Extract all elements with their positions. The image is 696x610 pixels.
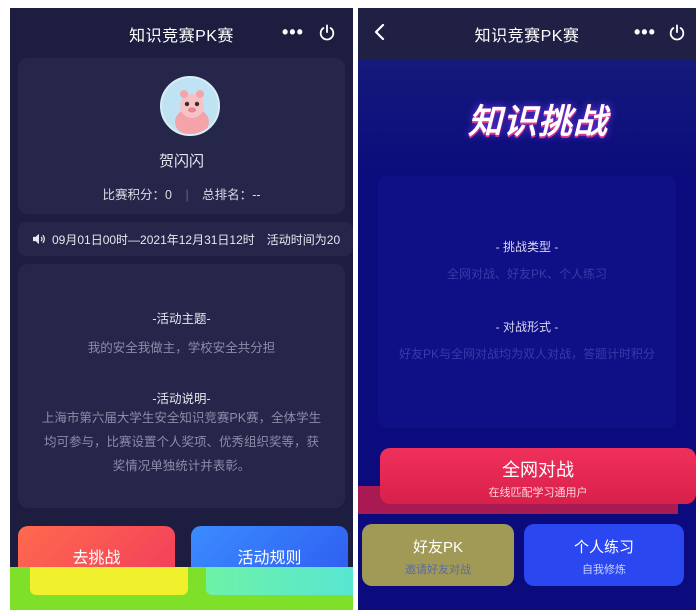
friend-pk-label: 好友PK (412, 539, 463, 556)
speaker-icon (33, 233, 45, 245)
challenge-info-panel: - 挑战类型 - 全网对战、好友PK、个人练习 - 对战形式 - 好友PK与全网… (378, 176, 676, 428)
description-text: 上海市第六届大学生安全知识竞赛PK赛，全体学生均可参与，比赛设置个人奖项、优秀组… (41, 411, 322, 473)
more-icon[interactable]: ••• (282, 22, 304, 43)
friend-pk-button[interactable]: 好友PK 邀请好友对战 (362, 524, 514, 586)
challenge-banner: 知识挑战 (358, 60, 696, 180)
right-screen: 知识竞赛PK赛 ••• 知识挑战 - 挑战类型 - 全网对战、好友PK、个人练习… (358, 8, 696, 610)
render-artifact (30, 567, 188, 595)
practice-subtitle: 自我修炼 (582, 564, 626, 576)
left-screen: 知识竞赛PK赛 ••• 贺闪闪 比赛积分：0 | 总排名：-- 09月01日00… (10, 8, 353, 610)
top-navbar: 知识竞赛PK赛 ••• (10, 8, 353, 60)
power-icon[interactable] (318, 24, 336, 42)
score-label: 比赛积分： (102, 188, 165, 202)
global-battle-label: 全网对战 (502, 460, 574, 480)
rank-label: 总排名： (202, 188, 253, 202)
score-row: 比赛积分：0 | 总排名：-- (18, 184, 345, 203)
rank-value: -- (252, 188, 261, 202)
type-text: 全网对战、好友PK、个人练习 (446, 267, 607, 281)
nav-title: 知识竞赛PK赛 (129, 28, 234, 45)
theme-text: 我的安全我做主，学校安全共分担 (87, 341, 276, 355)
profile-card: 贺闪闪 比赛积分：0 | 总排名：-- (18, 58, 345, 214)
render-artifact (206, 567, 353, 595)
mode-text: 好友PK与全网对战均为双人对战，答题计时积分 (398, 347, 655, 361)
global-battle-button[interactable]: 全网对战 在线匹配学习通用户 (380, 448, 696, 504)
power-icon[interactable] (668, 24, 686, 42)
score-value: 0 (165, 188, 172, 202)
top-navbar: 知识竞赛PK赛 ••• (358, 8, 696, 60)
type-title: - 挑战类型 - (495, 240, 559, 254)
practice-button[interactable]: 个人练习 自我修炼 (524, 524, 684, 586)
mode-title: - 对战形式 - (495, 320, 559, 334)
back-icon[interactable] (372, 22, 388, 42)
banner-title: 知识挑战 (468, 103, 608, 141)
more-icon[interactable]: ••• (634, 22, 656, 43)
practice-label: 个人练习 (573, 539, 634, 556)
nav-title: 知识竞赛PK赛 (474, 28, 580, 45)
notice-bar: 09月01日00时—2021年12月31日12时 活动时间为20 (18, 222, 353, 256)
username: 贺闪闪 (158, 153, 204, 170)
theme-title: -活动主题- (152, 312, 211, 326)
activity-info-card: -活动主题- 我的安全我做主，学校安全共分担 -活动说明- 上海市第六届大学生安… (18, 264, 345, 508)
friend-pk-subtitle: 邀请好友对战 (405, 564, 471, 576)
avatar[interactable] (160, 76, 220, 136)
description-title: -活动说明- (152, 392, 211, 406)
notice-text: 09月01日00时—2021年12月31日12时 活动时间为20 (52, 232, 341, 247)
divider: | (185, 188, 189, 202)
global-battle-subtitle: 在线匹配学习通用户 (488, 487, 588, 499)
